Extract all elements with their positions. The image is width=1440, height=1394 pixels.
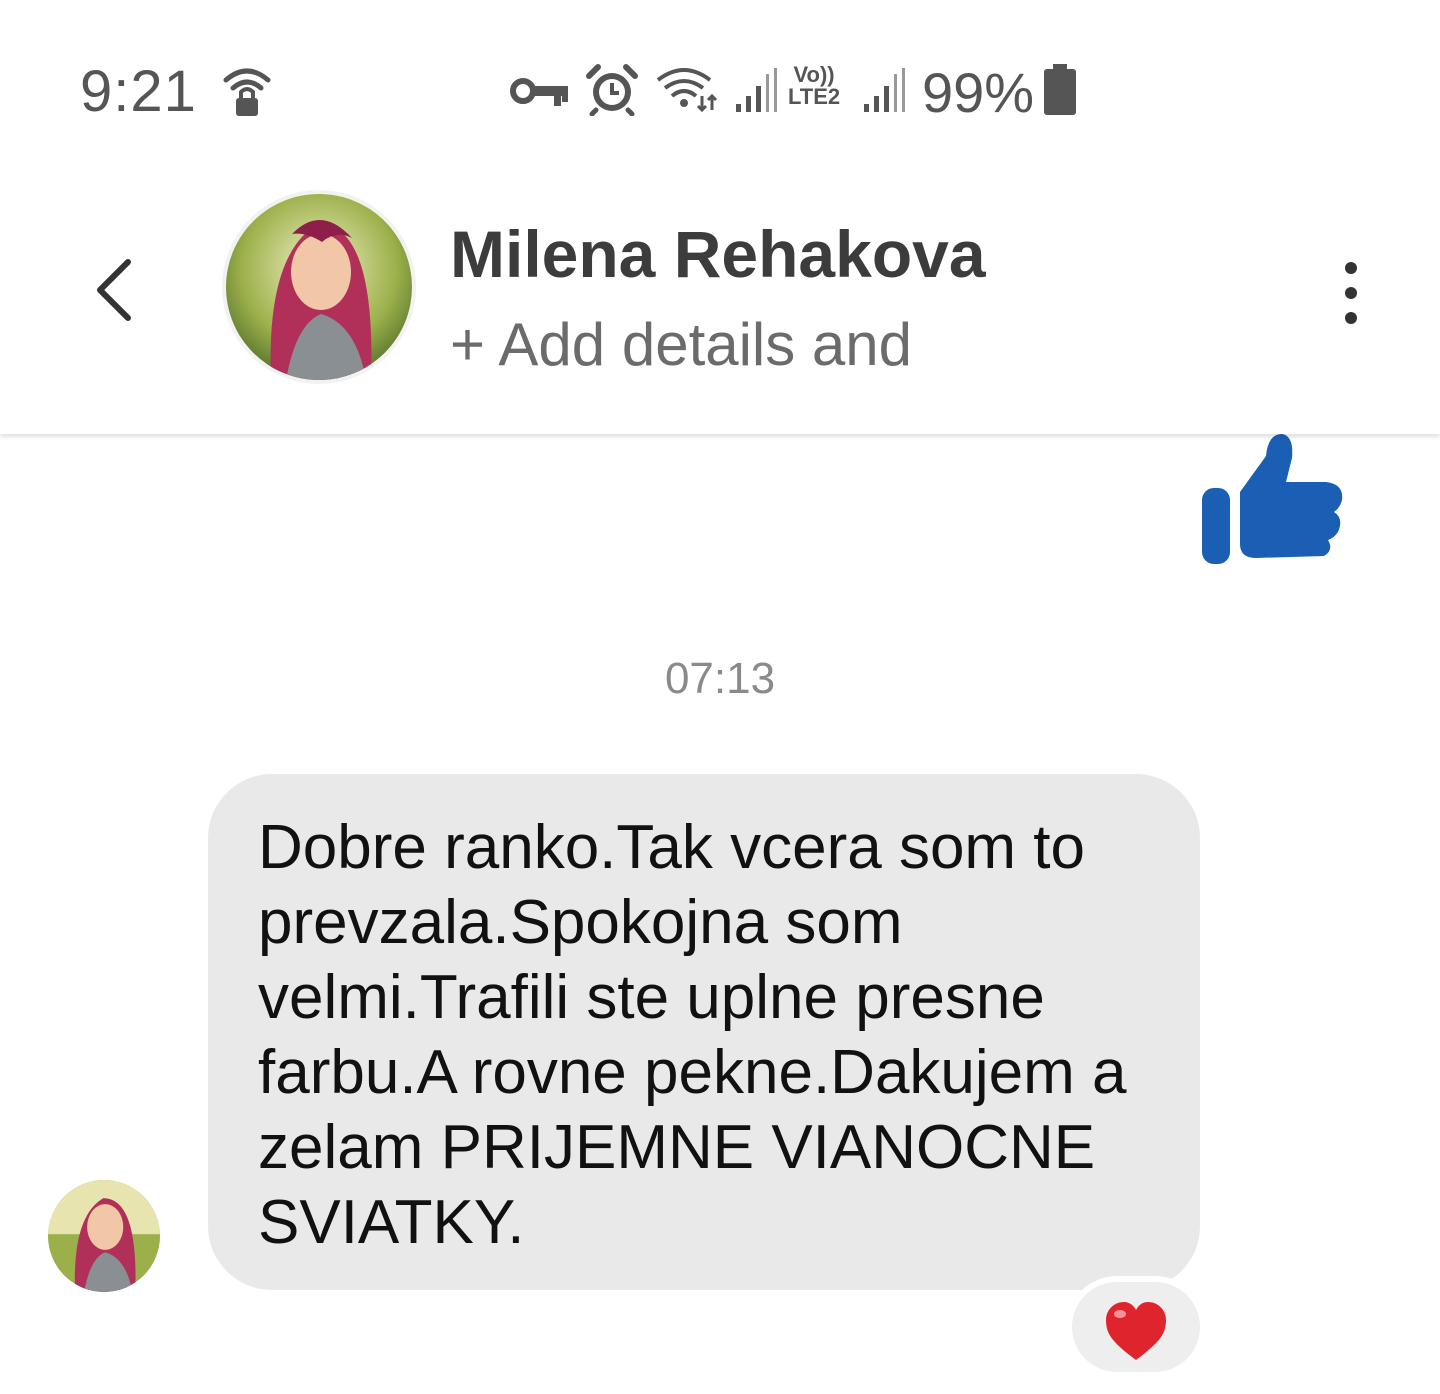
lte-label: Vo)) LTE2 [788, 64, 840, 108]
messenger-screen: 9:21 Vo)) LTE2 99% Milena Rehakova + Add… [0, 0, 1440, 1394]
message-timestamp: 07:13 [664, 654, 776, 703]
volte-label: Vo)) [793, 62, 835, 87]
wifi-lock-icon [223, 68, 271, 116]
add-details-link[interactable]: + Add details and [450, 310, 912, 379]
contact-name[interactable]: Milena Rehakova [450, 216, 986, 292]
battery-percent: 99% [922, 61, 1035, 124]
more-vert-icon[interactable] [1326, 258, 1376, 328]
conversation-header: Milena Rehakova + Add details and [0, 150, 1440, 434]
contact-avatar[interactable] [226, 194, 412, 380]
signal-icon [736, 68, 777, 112]
reaction-badge[interactable] [1072, 1282, 1200, 1372]
alarm-icon [586, 64, 638, 116]
avatar-photo [48, 1180, 160, 1292]
sender-avatar[interactable] [48, 1180, 160, 1292]
message-text: Dobre ranko.Tak vcera som to prevzala.Sp… [258, 813, 1127, 1257]
battery-icon [1044, 64, 1076, 115]
status-bar: 9:21 Vo)) LTE2 99% [0, 0, 1440, 150]
lte2-label: LTE2 [788, 84, 841, 109]
message-list: 07:13 Dobre ranko.Tak vcera som to prevz… [0, 434, 1440, 1394]
status-time: 9:21 [80, 59, 197, 124]
vpn-key-icon [510, 78, 568, 106]
signal-icon [864, 68, 905, 112]
message-bubble[interactable]: Dobre ranko.Tak vcera som to prevzala.Sp… [208, 774, 1200, 1290]
avatar-photo [226, 194, 412, 380]
heart-icon [1106, 1302, 1166, 1360]
wifi-icon [656, 68, 718, 112]
thumbs-up-icon[interactable] [1196, 434, 1346, 566]
back-icon[interactable] [80, 250, 150, 330]
